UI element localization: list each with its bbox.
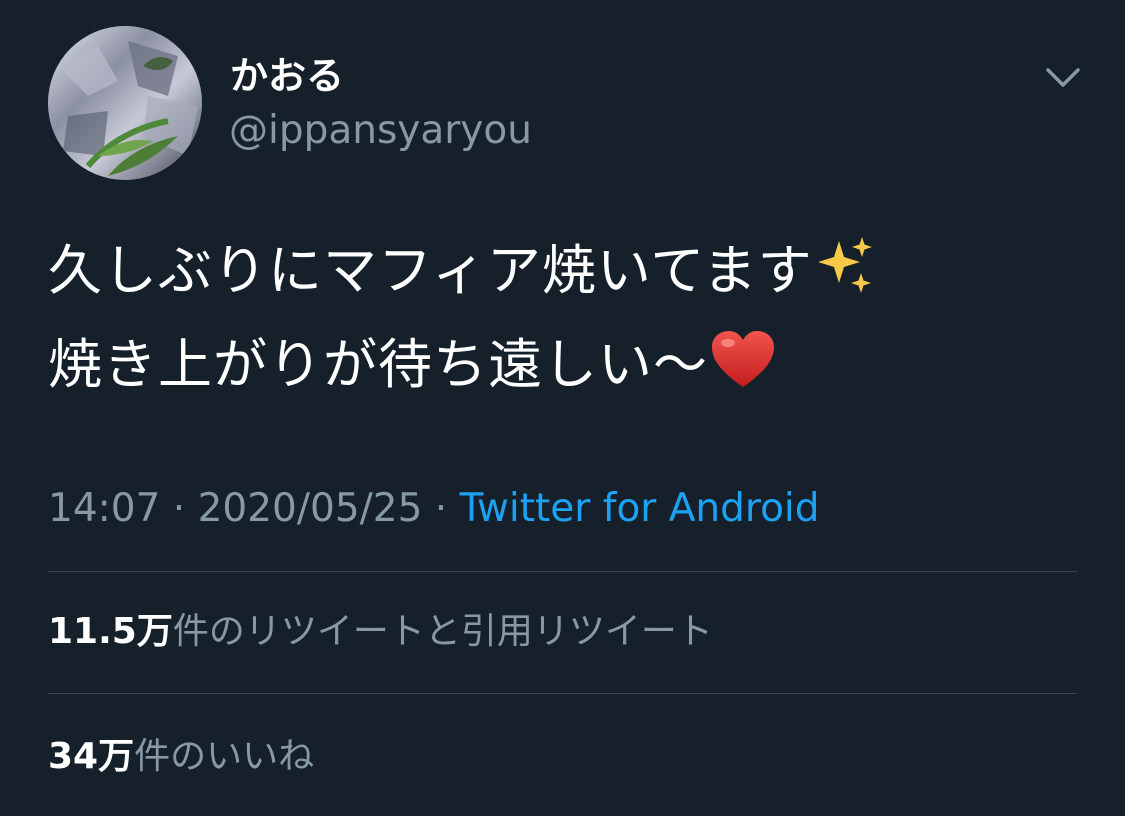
likes-stat[interactable]: 34万件のいいね: [48, 733, 314, 781]
retweets-label: 件のリツイートと引用リツイート: [172, 611, 713, 652]
meta-separator: ·: [422, 486, 460, 531]
more-options-button[interactable]: [1036, 56, 1090, 102]
profile-photo-icon: [48, 26, 202, 180]
tweet-time: 14:07: [48, 486, 161, 531]
display-name[interactable]: かおる: [230, 50, 344, 102]
sparkles-emoji-icon: [815, 235, 877, 322]
likes-count: 34万: [48, 736, 135, 777]
retweets-stat[interactable]: 11.5万件のリツイートと引用リツイート: [48, 608, 713, 656]
tweet-meta: 14:07 · 2020/05/25 · Twitter for Android: [48, 484, 820, 534]
divider: [48, 693, 1077, 694]
tweet-detail: かおる @ippansyaryou 久しぶりにマフィア焼いてます 焼き上がりが待…: [0, 0, 1125, 816]
tweet-date: 2020/05/25: [197, 486, 423, 531]
tweet-text-line-1: 久しぶりにマフィア焼いてます: [48, 228, 1088, 322]
meta-separator: ·: [160, 486, 198, 531]
retweets-count: 11.5万: [48, 611, 173, 652]
chevron-down-icon: [1046, 68, 1080, 87]
user-handle[interactable]: @ippansyaryou: [229, 106, 532, 156]
divider: [48, 571, 1077, 572]
tweet-text-line-2: 焼き上がりが待ち遠しい〜: [48, 322, 1088, 416]
tweet-text-line-2-text: 焼き上がりが待ち遠しい〜: [48, 333, 708, 396]
avatar[interactable]: [48, 26, 202, 180]
tweet-source-link[interactable]: Twitter for Android: [460, 486, 820, 531]
tweet-text-line-1-text: 久しぶりにマフィア焼いてます: [48, 239, 813, 302]
tweet-text: 久しぶりにマフィア焼いてます 焼き上がりが待ち遠しい〜: [48, 228, 1088, 416]
likes-label: 件のいいね: [134, 736, 315, 777]
red-heart-emoji-icon: [710, 329, 776, 416]
